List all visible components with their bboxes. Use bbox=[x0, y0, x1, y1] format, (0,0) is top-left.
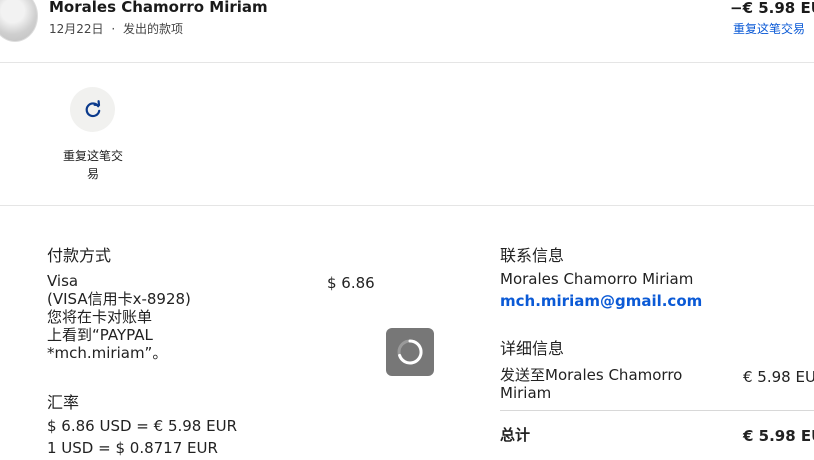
transaction-type: 发出的款项 bbox=[123, 22, 184, 36]
meta-separator: · bbox=[111, 22, 116, 36]
contact-name: Morales Chamorro Miriam bbox=[500, 270, 694, 288]
avatar bbox=[0, 0, 38, 42]
payment-line: 上看到“PAYPAL bbox=[47, 326, 153, 344]
transaction-date: 12月22日 bbox=[49, 22, 104, 36]
total-amount: € 5.98 EUR bbox=[743, 427, 814, 445]
exchange-rate-line: $ 6.86 USD = € 5.98 EUR bbox=[47, 417, 237, 435]
refresh-icon bbox=[85, 99, 100, 117]
loading-spinner bbox=[386, 328, 434, 376]
sent-to-label: 发送至Morales Chamorro Miriam bbox=[500, 366, 682, 402]
exchange-rate-heading: 汇率 bbox=[47, 393, 80, 412]
payment-line: *mch.miriam”。 bbox=[47, 344, 168, 362]
header-divider bbox=[0, 62, 814, 63]
payment-method-heading: 付款方式 bbox=[47, 246, 112, 265]
total-label: 总计 bbox=[500, 426, 531, 444]
sent-amount: € 5.98 EUR bbox=[743, 368, 814, 386]
payment-amount: $ 6.86 bbox=[327, 274, 375, 292]
sent-to-line: Miriam bbox=[500, 384, 552, 402]
payment-line: 您将在卡对账单 bbox=[47, 308, 153, 326]
repeat-transaction-button[interactable] bbox=[70, 87, 115, 132]
repeat-transaction-label[interactable]: 重复这笔交易 bbox=[58, 147, 128, 183]
total-divider bbox=[500, 410, 814, 411]
payment-line: Visa bbox=[47, 272, 79, 290]
payment-line: (VISA信用卡x-8928) bbox=[47, 290, 191, 308]
repeat-transaction-link[interactable]: 重复这笔交易 bbox=[733, 20, 805, 37]
contact-email-link[interactable]: mch.miriam@gmail.com bbox=[500, 292, 702, 310]
recipient-name: Morales Chamorro Miriam bbox=[49, 0, 268, 16]
contact-heading: 联系信息 bbox=[500, 246, 565, 265]
exchange-rate-unit: 1 USD = $ 0.8717 EUR bbox=[47, 439, 218, 457]
transaction-amount: −€ 5.98 EUR bbox=[730, 0, 814, 17]
transaction-meta: 12月22日 · 发出的款项 bbox=[49, 20, 183, 37]
details-heading: 详细信息 bbox=[500, 339, 565, 358]
payment-method-details: Visa (VISA信用卡x-8928) 您将在卡对账单 上看到“PAYPAL … bbox=[47, 272, 191, 362]
section-divider bbox=[0, 205, 814, 206]
spinner-icon bbox=[397, 339, 423, 365]
sent-to-line: 发送至Morales Chamorro bbox=[500, 366, 683, 384]
